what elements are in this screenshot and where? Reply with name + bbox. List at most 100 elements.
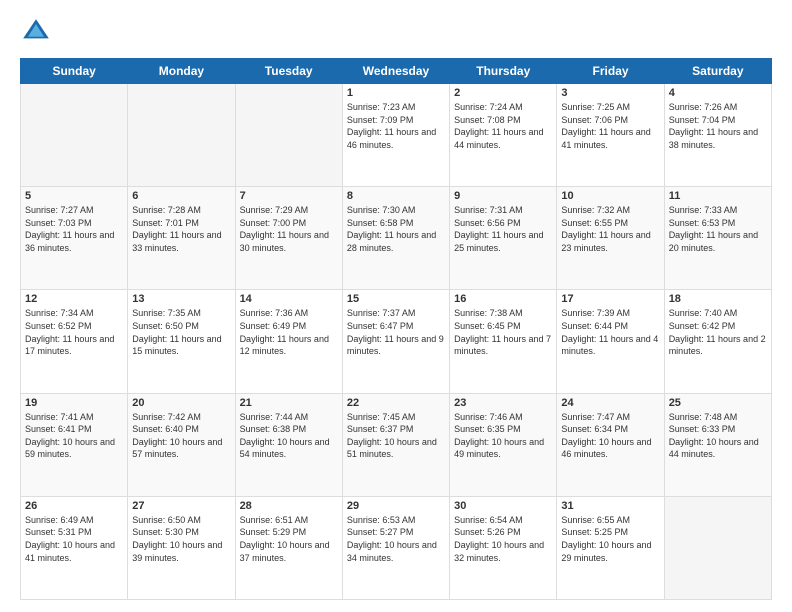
cell-info: Sunrise: 7:38 AM Sunset: 6:45 PM Dayligh… [454, 307, 552, 357]
calendar-cell: 13 Sunrise: 7:35 AM Sunset: 6:50 PM Dayli… [128, 290, 235, 393]
cell-info: Sunrise: 7:44 AM Sunset: 6:38 PM Dayligh… [240, 411, 338, 461]
calendar-cell [235, 84, 342, 187]
cell-info: Sunrise: 7:27 AM Sunset: 7:03 PM Dayligh… [25, 204, 123, 254]
calendar-cell: 1Sunrise: 7:23 AM Sunset: 7:09 PM Daylig… [342, 84, 449, 187]
calendar-body: 1Sunrise: 7:23 AM Sunset: 7:09 PM Daylig… [21, 84, 772, 600]
day-number: 27 [132, 500, 230, 512]
calendar-cell: 16 Sunrise: 7:38 AM Sunset: 6:45 PM Dayli… [450, 290, 557, 393]
cell-info: Sunrise: 7:45 AM Sunset: 6:37 PM Dayligh… [347, 411, 445, 461]
day-header: Friday [557, 59, 664, 84]
calendar-cell: 26 Sunrise: 6:49 AM Sunset: 5:31 PM Dayli… [21, 496, 128, 599]
logo [20, 16, 58, 48]
cell-info: Sunrise: 7:33 AM Sunset: 6:53 PM Dayligh… [669, 204, 767, 254]
cell-info: Sunrise: 7:30 AM Sunset: 6:58 PM Dayligh… [347, 204, 445, 254]
cell-info: Sunrise: 6:53 AM Sunset: 5:27 PM Dayligh… [347, 514, 445, 564]
calendar-week-row: 12Sunrise: 7:34 AM Sunset: 6:52 PM Dayli… [21, 290, 772, 393]
day-number: 7 [240, 190, 338, 202]
logo-icon [20, 16, 52, 48]
day-number: 25 [669, 397, 767, 409]
day-number: 9 [454, 190, 552, 202]
calendar-cell: 5 Sunrise: 7:27 AM Sunset: 7:03 PM Daylig… [21, 187, 128, 290]
day-header: Sunday [21, 59, 128, 84]
day-number: 4 [669, 87, 767, 99]
day-number: 23 [454, 397, 552, 409]
cell-info: Sunrise: 7:25 AM Sunset: 7:06 PM Dayligh… [561, 101, 659, 151]
cell-info: Sunrise: 7:39 AM Sunset: 6:44 PM Dayligh… [561, 307, 659, 357]
cell-info: Sunrise: 7:36 AM Sunset: 6:49 PM Dayligh… [240, 307, 338, 357]
calendar-cell: 8 Sunrise: 7:30 AM Sunset: 6:58 PM Daylig… [342, 187, 449, 290]
day-number: 19 [25, 397, 123, 409]
calendar-cell: 6Sunrise: 7:28 AM Sunset: 7:01 PM Daylig… [128, 187, 235, 290]
calendar-cell: 2Sunrise: 7:24 AM Sunset: 7:08 PM Daylig… [450, 84, 557, 187]
day-number: 8 [347, 190, 445, 202]
day-number: 15 [347, 293, 445, 305]
calendar-cell: 11 Sunrise: 7:33 AM Sunset: 6:53 PM Dayli… [664, 187, 771, 290]
cell-info: Sunrise: 6:54 AM Sunset: 5:26 PM Dayligh… [454, 514, 552, 564]
day-header: Tuesday [235, 59, 342, 84]
calendar-cell: 27Sunrise: 6:50 AM Sunset: 5:30 PM Dayli… [128, 496, 235, 599]
cell-info: Sunrise: 7:41 AM Sunset: 6:41 PM Dayligh… [25, 411, 123, 461]
cell-info: Sunrise: 7:40 AM Sunset: 6:42 PM Dayligh… [669, 307, 767, 357]
day-number: 11 [669, 190, 767, 202]
calendar-cell: 22 Sunrise: 7:45 AM Sunset: 6:37 PM Dayli… [342, 393, 449, 496]
day-header: Saturday [664, 59, 771, 84]
cell-info: Sunrise: 7:35 AM Sunset: 6:50 PM Dayligh… [132, 307, 230, 357]
calendar-cell: 28 Sunrise: 6:51 AM Sunset: 5:29 PM Dayli… [235, 496, 342, 599]
calendar-cell: 4Sunrise: 7:26 AM Sunset: 7:04 PM Daylig… [664, 84, 771, 187]
day-number: 18 [669, 293, 767, 305]
header [20, 16, 772, 48]
calendar-header-row: SundayMondayTuesdayWednesdayThursdayFrid… [21, 59, 772, 84]
calendar-cell [21, 84, 128, 187]
cell-info: Sunrise: 7:32 AM Sunset: 6:55 PM Dayligh… [561, 204, 659, 254]
calendar-cell: 29 Sunrise: 6:53 AM Sunset: 5:27 PM Dayli… [342, 496, 449, 599]
page: SundayMondayTuesdayWednesdayThursdayFrid… [0, 0, 792, 612]
day-number: 10 [561, 190, 659, 202]
cell-info: Sunrise: 6:49 AM Sunset: 5:31 PM Dayligh… [25, 514, 123, 564]
cell-info: Sunrise: 7:34 AM Sunset: 6:52 PM Dayligh… [25, 307, 123, 357]
calendar-cell: 18 Sunrise: 7:40 AM Sunset: 6:42 PM Dayli… [664, 290, 771, 393]
day-number: 5 [25, 190, 123, 202]
day-number: 20 [132, 397, 230, 409]
cell-info: Sunrise: 7:48 AM Sunset: 6:33 PM Dayligh… [669, 411, 767, 461]
day-number: 22 [347, 397, 445, 409]
calendar-cell: 14 Sunrise: 7:36 AM Sunset: 6:49 PM Dayli… [235, 290, 342, 393]
cell-info: Sunrise: 7:31 AM Sunset: 6:56 PM Dayligh… [454, 204, 552, 254]
day-number: 26 [25, 500, 123, 512]
cell-info: Sunrise: 7:37 AM Sunset: 6:47 PM Dayligh… [347, 307, 445, 357]
calendar-cell: 9 Sunrise: 7:31 AM Sunset: 6:56 PM Daylig… [450, 187, 557, 290]
cell-info: Sunrise: 7:29 AM Sunset: 7:00 PM Dayligh… [240, 204, 338, 254]
calendar-cell: 10 Sunrise: 7:32 AM Sunset: 6:55 PM Dayli… [557, 187, 664, 290]
calendar-cell: 7 Sunrise: 7:29 AM Sunset: 7:00 PM Daylig… [235, 187, 342, 290]
day-number: 14 [240, 293, 338, 305]
calendar-cell: 3 Sunrise: 7:25 AM Sunset: 7:06 PM Daylig… [557, 84, 664, 187]
cell-info: Sunrise: 7:24 AM Sunset: 7:08 PM Dayligh… [454, 101, 552, 151]
calendar-cell: 30 Sunrise: 6:54 AM Sunset: 5:26 PM Dayli… [450, 496, 557, 599]
calendar-cell: 20 Sunrise: 7:42 AM Sunset: 6:40 PM Dayli… [128, 393, 235, 496]
day-number: 1 [347, 87, 445, 99]
cell-info: Sunrise: 7:46 AM Sunset: 6:35 PM Dayligh… [454, 411, 552, 461]
day-number: 16 [454, 293, 552, 305]
day-number: 21 [240, 397, 338, 409]
calendar-cell: 31Sunrise: 6:55 AM Sunset: 5:25 PM Dayli… [557, 496, 664, 599]
cell-info: Sunrise: 6:51 AM Sunset: 5:29 PM Dayligh… [240, 514, 338, 564]
calendar-cell: 21 Sunrise: 7:44 AM Sunset: 6:38 PM Dayli… [235, 393, 342, 496]
calendar-cell [664, 496, 771, 599]
day-number: 13 [132, 293, 230, 305]
cell-info: Sunrise: 7:47 AM Sunset: 6:34 PM Dayligh… [561, 411, 659, 461]
calendar-cell: 23 Sunrise: 7:46 AM Sunset: 6:35 PM Dayli… [450, 393, 557, 496]
day-number: 24 [561, 397, 659, 409]
day-number: 3 [561, 87, 659, 99]
calendar-table: SundayMondayTuesdayWednesdayThursdayFrid… [20, 58, 772, 600]
day-number: 29 [347, 500, 445, 512]
calendar-cell: 25 Sunrise: 7:48 AM Sunset: 6:33 PM Dayli… [664, 393, 771, 496]
day-number: 28 [240, 500, 338, 512]
calendar-week-row: 5 Sunrise: 7:27 AM Sunset: 7:03 PM Daylig… [21, 187, 772, 290]
calendar-week-row: 26 Sunrise: 6:49 AM Sunset: 5:31 PM Dayli… [21, 496, 772, 599]
day-number: 30 [454, 500, 552, 512]
day-number: 31 [561, 500, 659, 512]
day-header: Thursday [450, 59, 557, 84]
calendar-week-row: 19 Sunrise: 7:41 AM Sunset: 6:41 PM Dayli… [21, 393, 772, 496]
day-header: Wednesday [342, 59, 449, 84]
cell-info: Sunrise: 7:42 AM Sunset: 6:40 PM Dayligh… [132, 411, 230, 461]
day-number: 17 [561, 293, 659, 305]
